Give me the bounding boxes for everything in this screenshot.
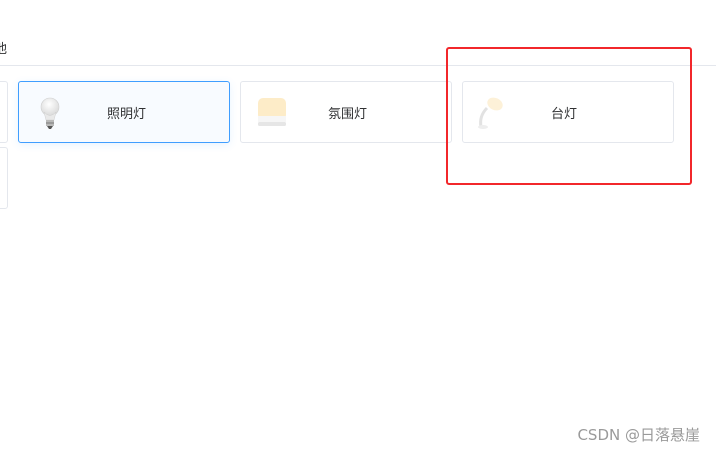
light-bulb-icon [31, 94, 69, 132]
card-label: 照明灯 [107, 106, 147, 122]
page: 他 照明灯 氛围灯 台灯 CSDN @日落悬崖 [0, 0, 716, 453]
category-card-ambient[interactable]: 氛围灯 [240, 81, 452, 143]
ambient-lamp-icon [255, 96, 293, 134]
card-label: 氛围灯 [328, 106, 368, 122]
highlight-annotation-box [446, 47, 692, 185]
watermark-text: CSDN @日落悬崖 [577, 426, 700, 444]
category-card-lighting[interactable]: 照明灯 [18, 81, 230, 143]
category-card-partial[interactable] [0, 81, 8, 143]
category-card-partial[interactable] [0, 147, 8, 209]
tab-label[interactable]: 他 [0, 38, 7, 57]
